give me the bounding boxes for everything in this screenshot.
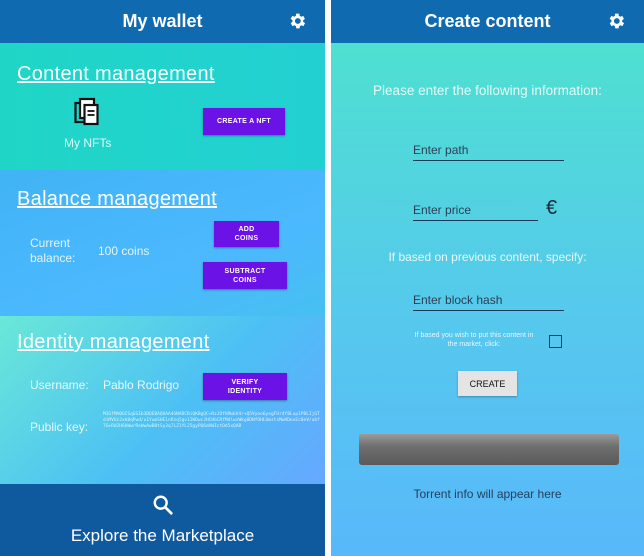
create-nft-button[interactable]: CREATE A NFT: [203, 108, 285, 135]
identity-management-section: Identity management Username: Pablo Rodr…: [0, 316, 325, 484]
torrent-info-text: Torrent info will appear here: [413, 487, 562, 501]
public-key-label: Public key:: [30, 420, 89, 434]
wallet-appbar: My wallet: [0, 0, 325, 43]
euro-icon: €: [546, 197, 558, 219]
page-title: My wallet: [122, 11, 203, 31]
market-checkbox-label: If based you wish to put this content in…: [414, 332, 534, 348]
gear-icon[interactable]: [287, 11, 307, 31]
current-balance-label: Current balance:: [30, 236, 76, 265]
content-management-title: Content management: [17, 63, 215, 85]
username-value: Pablo Rodrigo: [103, 378, 180, 392]
create-content-appbar: Create content: [331, 0, 644, 43]
create-content-screen: Create content Please enter the followin…: [331, 0, 644, 556]
username-label: Username:: [30, 378, 89, 392]
market-checkbox[interactable]: [549, 335, 562, 348]
nft-icon[interactable]: [74, 97, 100, 127]
explore-marketplace-label[interactable]: Explore the Marketplace: [0, 526, 325, 546]
price-input[interactable]: Enter price: [413, 203, 538, 221]
balance-value: 100 coins: [98, 244, 150, 258]
explore-marketplace-footer[interactable]: Explore the Marketplace: [0, 484, 325, 556]
previous-content-prompt: If based on previous content, specify:: [388, 250, 587, 264]
progress-bar: [359, 434, 619, 465]
balance-management-title: Balance management: [17, 188, 217, 210]
identity-management-title: Identity management: [17, 331, 210, 353]
balance-management-section: Balance management Current balance: 100 …: [0, 170, 325, 316]
gear-icon[interactable]: [606, 11, 626, 31]
content-management-section: Content management My NFTs CREATE A NFT: [0, 43, 325, 170]
verify-identity-button[interactable]: VERIFY IDENTITY: [203, 373, 287, 400]
block-hash-input[interactable]: Enter block hash: [413, 293, 564, 311]
search-icon[interactable]: [152, 494, 174, 516]
subtract-coins-button[interactable]: SUBTRACT COINS: [203, 262, 287, 289]
my-nfts-label[interactable]: My NFTs: [64, 136, 111, 150]
page-title: Create content: [424, 11, 551, 31]
wallet-screen: My wallet Content management My NFTs CRE…: [0, 0, 325, 556]
form-prompt: Please enter the following information:: [373, 83, 602, 98]
create-button[interactable]: CREATE: [458, 371, 517, 396]
path-input[interactable]: Enter path: [413, 143, 564, 161]
public-key-value: MIGfMA0GCSqGSIb3DQEBAQUAA4GNADCBiQKBgQC+…: [103, 412, 320, 429]
add-coins-button[interactable]: ADD COINS: [214, 221, 279, 247]
